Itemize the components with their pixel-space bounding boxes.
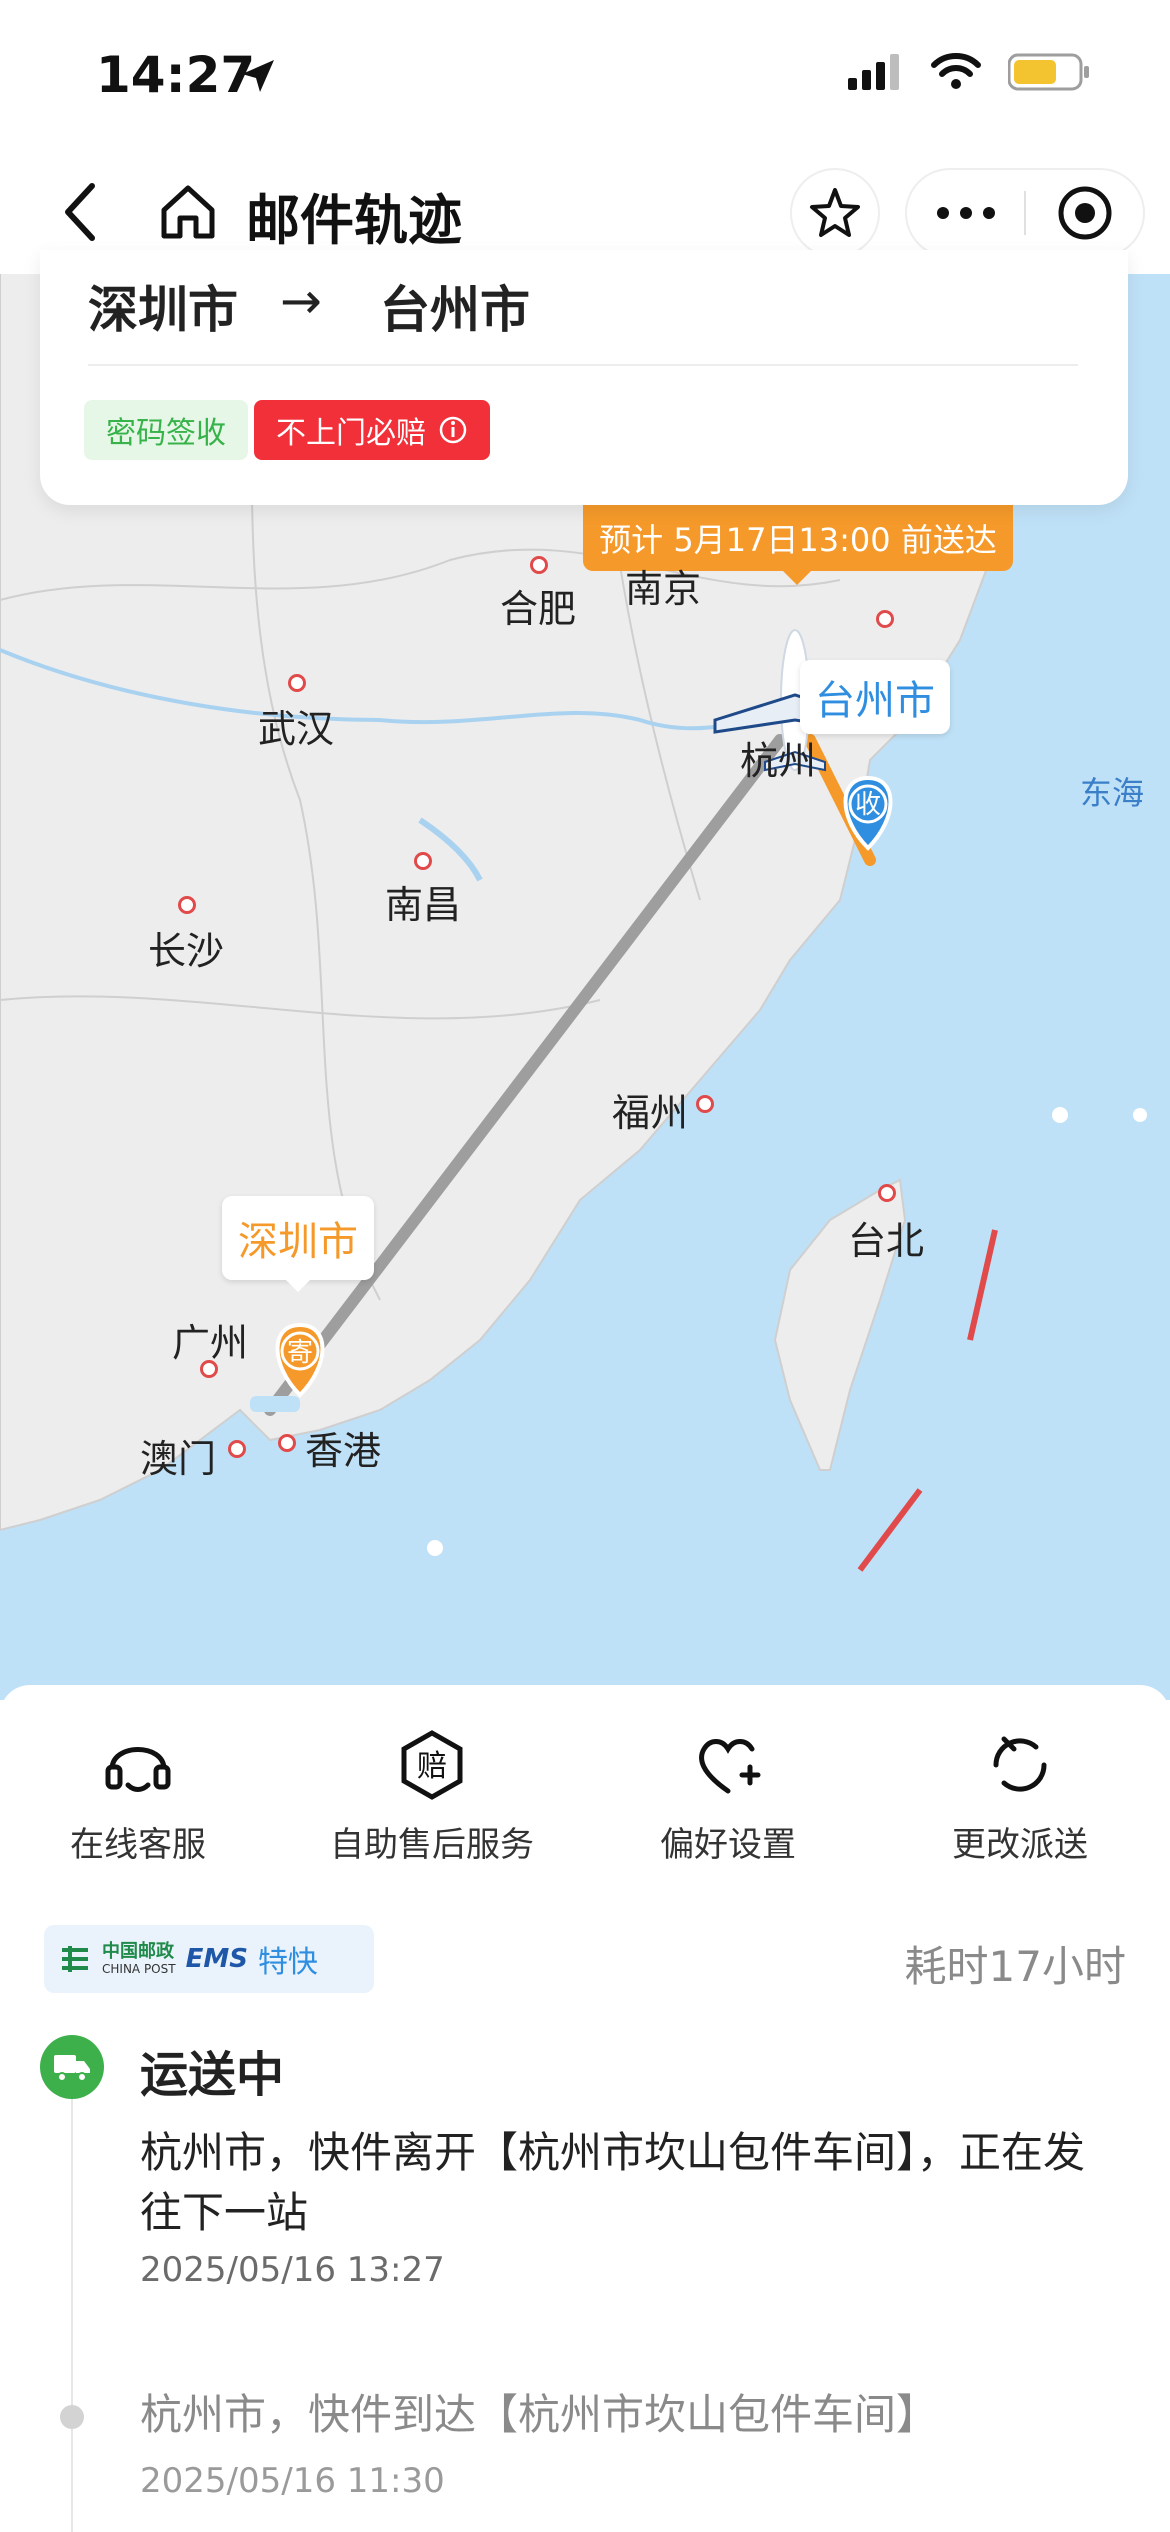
city-changsha: 长沙 xyxy=(148,929,225,973)
back-button[interactable] xyxy=(40,172,120,252)
city-wuhan: 武汉 xyxy=(258,707,335,751)
action-change-delivery[interactable]: 更改派送 xyxy=(952,1725,1088,1866)
send-marker-label: 寄 xyxy=(286,1338,313,1368)
favorite-button[interactable] xyxy=(790,168,880,258)
city-guangzhou: 广州 xyxy=(172,1321,249,1365)
sea-label: 东海 xyxy=(1080,774,1145,812)
route-destination: 台州市 xyxy=(380,281,530,339)
more-dots-icon xyxy=(936,207,995,219)
action-online-service[interactable]: 在线客服 xyxy=(70,1725,206,1866)
ems-logo: EMS xyxy=(185,1944,248,1974)
compensation-icon: 赔 xyxy=(392,1725,472,1805)
china-post-cn: 中国邮政 xyxy=(102,1941,174,1962)
duration-text: 耗时17小时 xyxy=(904,1942,1126,1991)
origin-bubble: 深圳市 xyxy=(222,1196,374,1292)
action-row: 在线客服 赔 自助售后服务 偏好设置 更改派送 xyxy=(0,1725,1170,1885)
city-dot xyxy=(228,1440,246,1458)
cellular-signal-icon xyxy=(848,54,899,90)
city-dot xyxy=(530,556,548,574)
more-button[interactable] xyxy=(907,170,1024,256)
action-after-sales[interactable]: 赔 自助售后服务 xyxy=(330,1725,534,1866)
china-post-logo-icon xyxy=(62,1946,88,1972)
info-icon xyxy=(439,416,467,444)
svg-text:赔: 赔 xyxy=(417,1749,447,1784)
wifi-icon xyxy=(931,53,981,89)
battery-icon xyxy=(1008,53,1089,91)
close-mini-program-button[interactable] xyxy=(1026,170,1143,256)
city-dot xyxy=(876,610,894,628)
city-dot xyxy=(288,674,306,692)
tracking-event-text: 杭州市，快件离开【杭州市坎山包件车间】，正在发往下一站 xyxy=(140,2128,1086,2237)
receive-marker-label: 收 xyxy=(854,790,881,820)
heart-plus-icon xyxy=(688,1725,768,1805)
china-post-en: CHINA POST xyxy=(102,1962,176,1976)
city-dot xyxy=(414,852,432,870)
page: 收 寄 预计 5月17日13:00 前送达 台州市 深圳市 合肥 南京 上海 武… xyxy=(0,0,1170,2532)
tracking-event-text: 杭州市，快件到达【杭州市坎山包件车间】 xyxy=(140,2390,939,2439)
city-macau: 澳门 xyxy=(140,1437,217,1481)
china-post-logo: 中国邮政 CHINA POST xyxy=(102,1941,176,1977)
status-time: 14:27 xyxy=(96,46,256,104)
island xyxy=(1133,1108,1147,1122)
tracking-event-time: 2025/05/16 11:30 xyxy=(140,2461,445,2501)
city-dot xyxy=(278,1434,296,1452)
route-origin: 深圳市 xyxy=(88,281,238,339)
water xyxy=(250,1396,300,1412)
city-dot xyxy=(696,1095,714,1113)
city-nanjing: 南京 xyxy=(625,567,702,611)
city-dot xyxy=(178,896,196,914)
password-sign-tag: 密码签收 xyxy=(84,400,248,460)
city-hefei: 合肥 xyxy=(500,587,577,631)
city-dot xyxy=(200,1360,218,1378)
page-title: 邮件轨迹 xyxy=(246,189,462,252)
home-icon xyxy=(161,185,215,239)
details-sheet: 在线客服 赔 自助售后服务 偏好设置 更改派送 中国邮政 CHINA POST … xyxy=(0,1685,1170,2532)
headset-icon xyxy=(98,1725,178,1805)
service-type: 特快 xyxy=(257,1945,318,1980)
tracking-event-time: 2025/05/16 13:27 xyxy=(140,2250,445,2290)
city-fuzhou: 福州 xyxy=(612,1091,689,1135)
refresh-icon xyxy=(980,1725,1060,1805)
target-close-icon xyxy=(1058,186,1111,240)
door-guarantee-tag[interactable]: 不上门必赔 xyxy=(254,400,490,460)
city-hongkong: 香港 xyxy=(305,1429,382,1473)
location-arrow-icon xyxy=(238,56,278,100)
timeline-dot xyxy=(60,2405,84,2429)
chevron-left-icon xyxy=(65,183,95,241)
boundary-mark xyxy=(967,1229,998,1341)
route-card: 深圳市 → 台州市 密码签收 不上门必赔 xyxy=(40,250,1128,505)
action-label: 偏好设置 xyxy=(660,1825,796,1865)
island xyxy=(427,1540,443,1556)
route-arrow-icon: → xyxy=(280,272,322,330)
star-icon xyxy=(810,188,860,237)
action-label: 在线客服 xyxy=(70,1825,206,1865)
tracking-status: 运送中 xyxy=(140,2047,285,2103)
status-bar: 14:27 xyxy=(0,0,1170,150)
carrier-badge: 中国邮政 CHINA POST EMS 特快 xyxy=(44,1925,374,1993)
city-hangzhou: 杭州 xyxy=(740,739,817,783)
home-button[interactable] xyxy=(148,172,228,252)
island xyxy=(1052,1107,1068,1123)
timeline-line xyxy=(71,2065,73,2532)
mini-program-capsule xyxy=(905,168,1145,258)
city-dot xyxy=(878,1184,896,1202)
door-guarantee-label: 不上门必赔 xyxy=(276,416,426,451)
city-taipei: 台北 xyxy=(848,1219,925,1263)
city-nanchang: 南昌 xyxy=(385,883,462,927)
action-label: 更改派送 xyxy=(952,1825,1088,1865)
divider xyxy=(88,364,1078,366)
action-label: 自助售后服务 xyxy=(330,1825,534,1865)
truck-icon xyxy=(40,2035,104,2099)
boundary-mark xyxy=(857,1488,923,1572)
action-preferences[interactable]: 偏好设置 xyxy=(660,1725,796,1866)
status-icons xyxy=(848,52,1090,92)
